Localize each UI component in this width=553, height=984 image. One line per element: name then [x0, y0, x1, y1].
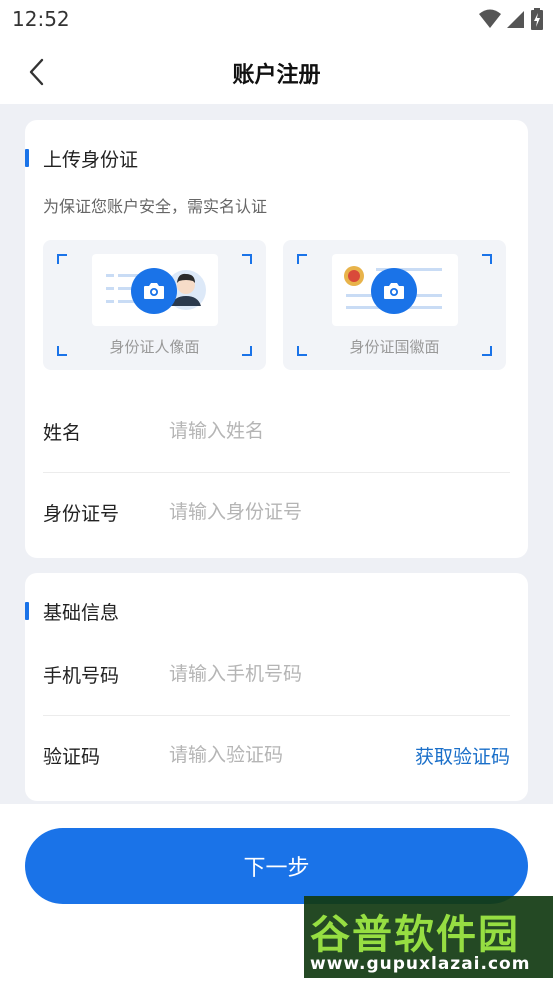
id-back-upload[interactable]: 身份证国徽面 [283, 240, 506, 370]
get-code-button[interactable]: 获取验证码 [415, 742, 510, 769]
watermark: 谷普软件园 www.gupuxlazai.com [304, 896, 553, 978]
id-upload-card: 上传身份证 为保证您账户安全，需实名认证 身份证人像面 身份证国徽面 姓名 请输… [25, 120, 528, 558]
camera-button-back[interactable] [371, 268, 417, 314]
next-button[interactable]: 下一步 [25, 828, 528, 904]
watermark-title: 谷普软件园 [310, 912, 520, 958]
section-title-id: 上传身份证 [43, 149, 139, 171]
section-marker [25, 149, 29, 167]
code-row: 验证码 获取验证码 [43, 716, 510, 796]
camera-button-front[interactable] [131, 268, 177, 314]
status-bar: 12:52 [0, 0, 553, 38]
id-number-input[interactable] [169, 493, 389, 531]
code-label: 验证码 [43, 746, 101, 768]
watermark-url: www.gupuxlazai.com [310, 954, 531, 974]
name-label: 姓名 [43, 422, 82, 444]
phone-input[interactable] [169, 655, 389, 693]
id-front-caption: 身份证人像面 [109, 338, 200, 356]
section-subtitle: 为保证您账户安全，需实名认证 [43, 197, 268, 216]
basic-info-card: 基础信息 手机号码 验证码 获取验证码 [25, 573, 528, 801]
section-marker [25, 602, 29, 620]
battery-icon [531, 8, 543, 30]
id-number-row: 身份证号 [43, 473, 510, 553]
camera-icon [144, 283, 164, 299]
phone-label: 手机号码 [43, 665, 120, 687]
id-front-upload[interactable]: 身份证人像面 [43, 240, 266, 370]
id-number-label: 身份证号 [43, 503, 120, 525]
status-icons [479, 8, 543, 30]
signal-icon [507, 11, 524, 28]
id-back-caption: 身份证国徽面 [349, 338, 440, 356]
status-time: 12:52 [12, 7, 70, 31]
section-title-basic: 基础信息 [43, 602, 120, 624]
code-input[interactable] [169, 736, 369, 774]
nav-bar: 账户注册 [0, 38, 553, 104]
page-title: 账户注册 [232, 63, 321, 88]
name-input[interactable] [169, 412, 389, 450]
wifi-icon [479, 9, 501, 28]
phone-row: 手机号码 [43, 635, 510, 715]
camera-icon [384, 283, 404, 299]
name-row: 姓名 [43, 392, 510, 472]
